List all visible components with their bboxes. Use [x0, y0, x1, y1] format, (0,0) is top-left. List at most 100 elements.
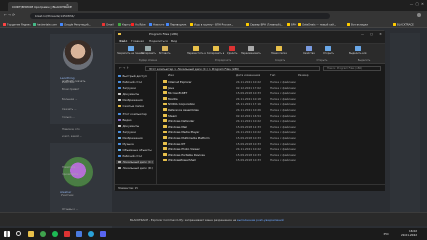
file-type: Папка с файлами	[270, 102, 296, 107]
tab-file[interactable]: Файл	[119, 39, 127, 43]
file-type: Папка с файлами	[270, 80, 296, 84]
nav-item[interactable]: Рабочий стол	[118, 154, 142, 158]
nav-item[interactable]: Изображения	[118, 98, 143, 102]
pin-button[interactable]: Закрепить на панели	[117, 46, 144, 55]
search-input[interactable]: Поиск: Program Files (x86)	[323, 65, 381, 71]
folder-icon	[163, 113, 167, 117]
post-user-card: Leozthing Участник	[50, 34, 112, 124]
file-explorer-icon[interactable]	[28, 231, 34, 237]
nav-item-selected[interactable]: Локальный диск (C:)	[116, 160, 154, 164]
nav-item[interactable]: Изображения	[118, 136, 143, 140]
profile-icon[interactable]	[417, 13, 421, 17]
folder-icon	[118, 32, 121, 36]
nav-item[interactable]: Музыка	[118, 142, 134, 146]
nav-item[interactable]: Локальный диск (D:)	[118, 166, 153, 170]
notification-link[interactable]: выполнение push-уведомлений	[237, 218, 284, 222]
nav-item[interactable]: Объемные объекты	[118, 148, 152, 152]
bookmark-item[interactable]: Карты	[118, 22, 131, 26]
column-header-size[interactable]: Размер	[298, 73, 309, 77]
chrome-icon[interactable]	[40, 231, 46, 237]
rename-button[interactable]: Переименовать	[241, 46, 261, 55]
bookmark-item[interactable]: hackertale.com	[33, 22, 57, 26]
column-header-type[interactable]: Тип	[270, 73, 275, 77]
window-controls[interactable]: — ▢ ✕	[410, 2, 424, 6]
nav-item[interactable]: Рабочий стол	[118, 80, 142, 84]
bookmark-item[interactable]: Переводчик	[166, 22, 186, 26]
file-name: Windows Photo Viewer	[168, 147, 200, 152]
folder-icon	[163, 108, 167, 111]
copy-to-button[interactable]: Копировать в	[207, 46, 224, 55]
select-all-button[interactable]: Выделить всё	[349, 46, 367, 55]
file-type: Папка с файлами	[270, 113, 296, 118]
nav-item[interactable]: Видео	[118, 118, 132, 122]
folder-row[interactable]: WindowsPowerShell 15.09.2018 10:33 Папка с…	[158, 157, 385, 163]
app-icon[interactable]	[76, 231, 82, 237]
user-role: Участник	[61, 194, 74, 197]
date-text: 29.01.2022	[400, 232, 417, 237]
bookmark-item[interactable]: BLACKTRACE	[393, 22, 414, 26]
column-header-name[interactable]: Имя	[168, 73, 174, 77]
bookmark-item[interactable]: Google Репутаций...	[60, 22, 91, 26]
delete-button[interactable]: Удалить	[227, 46, 237, 55]
nav-item[interactable]: Документы	[118, 124, 139, 128]
spotify-icon[interactable]	[52, 231, 58, 237]
bookmark-item[interactable]: ВРН	[287, 22, 296, 26]
file-date: 02.12.2021 16:54	[236, 113, 261, 118]
avatar[interactable]	[63, 40, 93, 70]
ribbon-group-label: Буфер обмена	[138, 59, 158, 62]
nav-item[interactable]: Загрузки	[118, 86, 136, 90]
paste-button[interactable]: Вставить	[159, 46, 171, 55]
bookmark-item[interactable]: Гордитие Яндекс	[3, 22, 31, 26]
tab-home[interactable]: Главная	[131, 39, 144, 43]
nav-item[interactable]: Сжатые папки	[118, 104, 144, 108]
move-to-button[interactable]: Переместить в	[187, 46, 206, 55]
nav-this-pc[interactable]: Этот компьютер	[118, 112, 147, 116]
nav-quick-access[interactable]: Быстрый доступ	[118, 74, 147, 78]
column-header-date[interactable]: Дата изменения	[236, 73, 260, 77]
new-folder-button[interactable]: Новая папка	[271, 46, 287, 55]
windows-start-icon[interactable]	[4, 231, 10, 237]
navigation-pane: Быстрый доступ Рабочий стол Загрузки Док…	[115, 72, 157, 184]
open-button[interactable]: Открыть	[323, 46, 334, 55]
folder-icon	[163, 141, 167, 145]
discord-icon[interactable]	[100, 231, 106, 237]
nav-item[interactable]: Загрузки	[118, 130, 136, 134]
copy-button[interactable]: Копировать	[141, 46, 156, 55]
search-icon[interactable]	[16, 231, 21, 236]
telegram-icon[interactable]	[88, 231, 94, 237]
file-date: 02.12.2021 17:02	[236, 85, 261, 90]
properties-button[interactable]: Свойства	[303, 46, 315, 55]
file-date: 15.09.2018 10:33	[236, 158, 261, 163]
file-date: 24.11.2021 10:22	[236, 130, 261, 135]
file-name: Microsoft.NET	[168, 91, 188, 96]
app-icon[interactable]	[64, 231, 70, 237]
tab-close-icon[interactable]: ×	[66, 3, 69, 7]
nav-item[interactable]: Документы	[118, 92, 139, 96]
window-title: Program Files (x86)	[149, 32, 179, 37]
file-name: Steam	[168, 113, 178, 118]
file-name: Windows Portable Devices	[168, 152, 205, 157]
ribbon-tabs: Файл Главная Поделиться Вид	[115, 37, 385, 44]
tab-share[interactable]: Поделиться	[149, 39, 168, 43]
bookmark-item[interactable]: YouTube	[131, 22, 146, 26]
file-name: NVIDIA Corporation	[168, 102, 196, 107]
avatar[interactable]	[63, 157, 93, 187]
address-path[interactable]: Этот компьютер > Локальный диск (C:) > P…	[145, 65, 320, 71]
back-forward-reload-icons[interactable]: ← → ⟳	[4, 13, 15, 17]
tab-view[interactable]: Вид	[171, 39, 177, 43]
bookmark-item[interactable]: Все вкладки	[347, 22, 368, 26]
notification-bar: BLACKTRACE - Explorer Command.dfy: запра…	[0, 212, 427, 226]
nav-arrows-icon[interactable]: ← → ↑	[119, 66, 129, 70]
bookmark-item[interactable]: Ищу в группу - ВПН Россия...	[190, 22, 233, 26]
file-name: Java	[168, 85, 174, 90]
bookmark-item[interactable]: Новости	[149, 22, 164, 26]
file-date: 24.11.2021 10:22	[236, 119, 261, 124]
bookmark-item[interactable]: Gmail	[102, 22, 114, 26]
bookmark-item[interactable]: Сервер ВРН (Главный)...	[246, 22, 283, 26]
language-indicator[interactable]: РУС	[384, 232, 389, 236]
file-list: Имя Дата изменения Тип Размер Internet E…	[158, 72, 385, 184]
file-date: 15.09.2018 10:33	[236, 152, 261, 157]
clock[interactable]: 16:02 29.01.2022	[400, 229, 417, 237]
url-input[interactable]: blast.lol/threads/1450834/	[30, 12, 330, 19]
bookmark-item[interactable]: GateDeals — новый сай...	[298, 22, 336, 26]
